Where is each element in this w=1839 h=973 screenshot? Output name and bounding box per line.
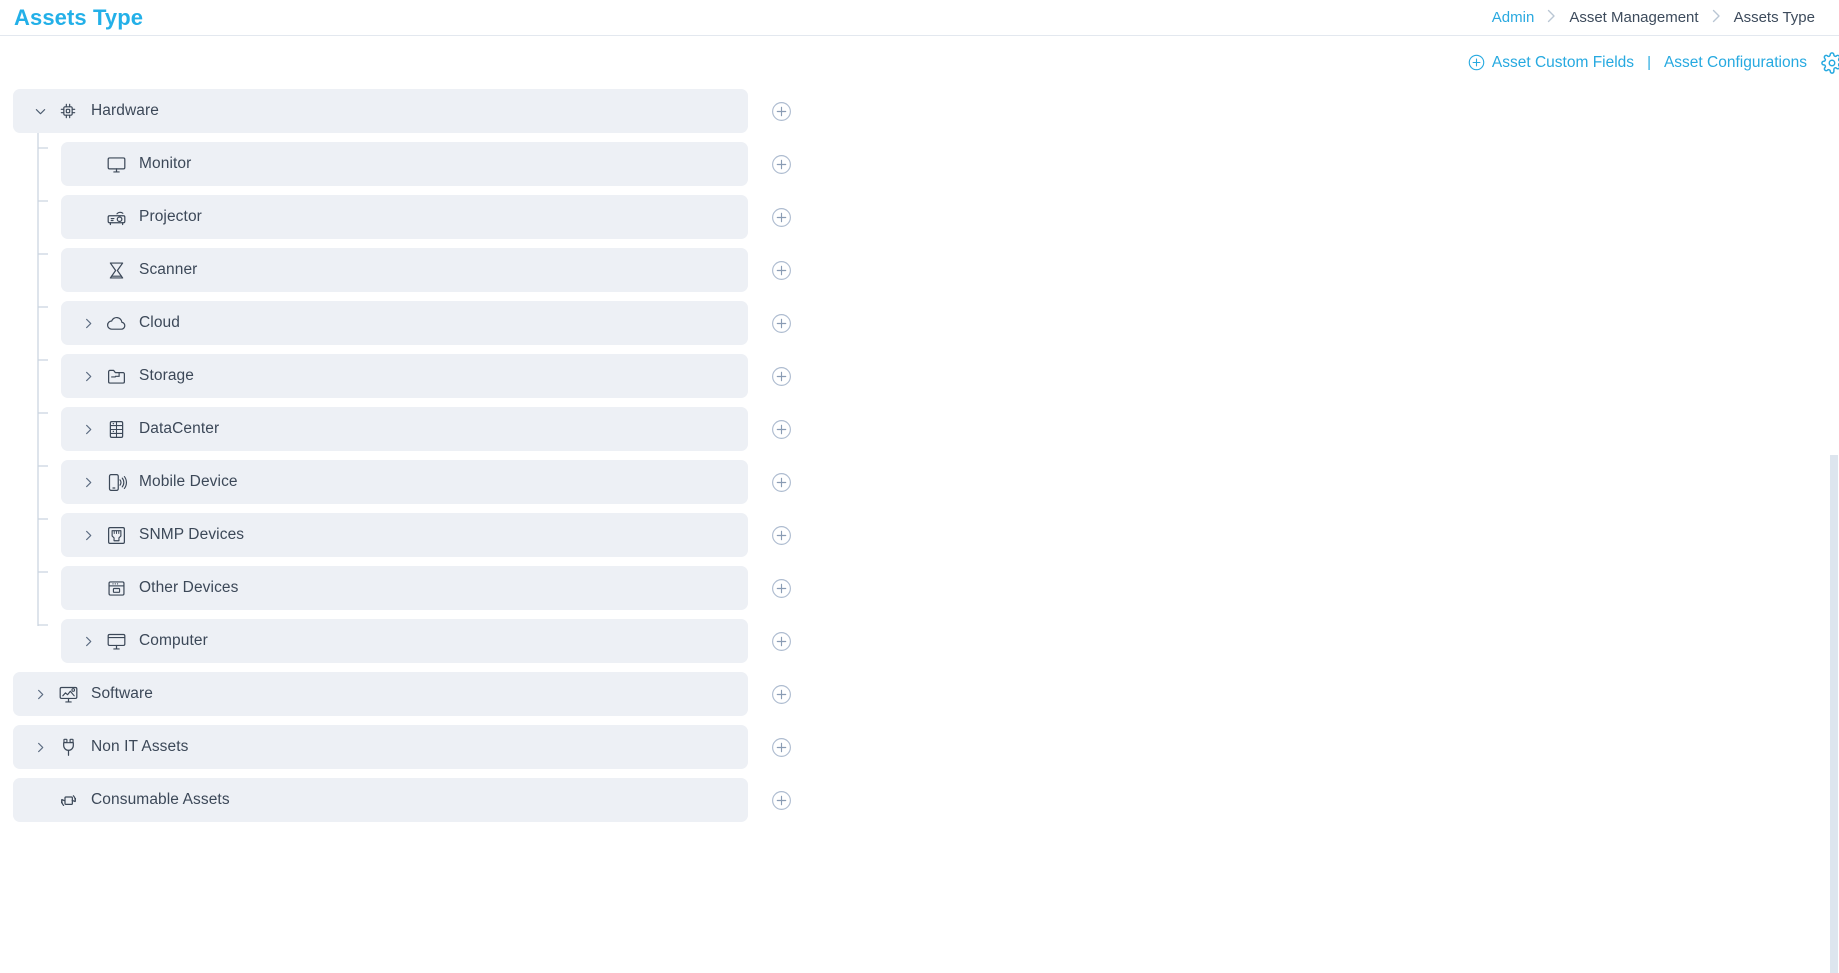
asset-custom-fields-button[interactable]: Asset Custom Fields [1468, 54, 1634, 72]
tree-item-label: Other Devices [139, 579, 239, 596]
recycle-box-icon [53, 790, 83, 811]
tree-item-scanner[interactable]: Scanner [61, 248, 748, 292]
add-child-button[interactable] [770, 683, 792, 705]
tree-item-label: SNMP Devices [139, 526, 245, 543]
breadcrumb-item-assets-type: Assets Type [1733, 9, 1815, 26]
asset-configurations-button[interactable]: Asset Configurations [1664, 54, 1807, 72]
tree-row: Cloud [13, 301, 1839, 345]
add-child-button[interactable] [770, 418, 792, 440]
circle-plus-icon [1468, 54, 1485, 71]
tree-row: Software [13, 672, 1839, 716]
chevron-right-icon [1712, 9, 1721, 26]
add-child-button[interactable] [770, 471, 792, 493]
add-child-button[interactable] [770, 312, 792, 334]
tree-item-label: Computer [139, 632, 208, 649]
tree-item-label: Mobile Device [139, 473, 238, 490]
mobile-icon [101, 472, 131, 493]
tree-item-label: Monitor [139, 155, 192, 172]
tree-item-hardware[interactable]: Hardware [13, 89, 748, 133]
tree-item-datacenter[interactable]: DataCenter [61, 407, 748, 451]
chevron-right-icon[interactable] [75, 316, 101, 331]
scrollbar-thumb[interactable] [1830, 455, 1838, 973]
action-bar: Asset Custom Fields | Asset Configuratio… [0, 36, 1839, 89]
cloud-icon [101, 313, 131, 334]
add-child-button[interactable] [770, 153, 792, 175]
tree-row: Monitor [13, 142, 1839, 186]
chip-icon [53, 101, 83, 121]
tree-item-label: Projector [139, 208, 202, 225]
add-child-button[interactable] [770, 524, 792, 546]
tree-item-snmp-devices[interactable]: SNMP Devices [61, 513, 748, 557]
action-divider: | [1647, 54, 1651, 71]
tree-item-projector[interactable]: Projector [61, 195, 748, 239]
tree-item-label: Consumable Assets [91, 791, 230, 808]
tree-item-other-devices[interactable]: Other Devices [61, 566, 748, 610]
asset-configurations-label: Asset Configurations [1663, 53, 1807, 71]
chevron-right-icon[interactable] [27, 740, 53, 755]
chevron-right-icon [1547, 9, 1556, 26]
tree-row: Projector [13, 195, 1839, 239]
tree-row: Non IT Assets [13, 725, 1839, 769]
tree-item-non-it-assets[interactable]: Non IT Assets [13, 725, 748, 769]
add-child-button[interactable] [770, 259, 792, 281]
tree-item-cloud[interactable]: Cloud [61, 301, 748, 345]
add-child-button[interactable] [770, 365, 792, 387]
tree-item-monitor[interactable]: Monitor [61, 142, 748, 186]
tree-row: Consumable Assets [13, 778, 1839, 822]
tree-item-label: Hardware [91, 102, 159, 119]
chevron-right-icon[interactable] [27, 687, 53, 702]
plug-icon [53, 737, 83, 758]
page-title: Assets Type [14, 4, 144, 30]
tree-item-label: Scanner [139, 261, 198, 278]
chevron-right-icon[interactable] [75, 528, 101, 543]
projector-icon [101, 207, 131, 228]
folder-icon [101, 366, 131, 387]
breadcrumb-item-asset-management[interactable]: Asset Management [1569, 9, 1698, 26]
tree-item-software[interactable]: Software [13, 672, 748, 716]
desktop-icon [101, 631, 131, 652]
datacenter-icon [101, 419, 131, 440]
add-child-button[interactable] [770, 630, 792, 652]
tree-item-label: Storage [139, 367, 194, 384]
device-box-icon [101, 578, 131, 599]
assets-type-tree: Hardware Monitor Projector Scanner Cloud Stor… [0, 89, 1839, 822]
gear-icon[interactable] [1821, 51, 1839, 74]
tree-row: DataCenter [13, 407, 1839, 451]
tree-item-computer[interactable]: Computer [61, 619, 748, 663]
tree-row: Scanner [13, 248, 1839, 292]
tree-item-label: DataCenter [139, 420, 220, 437]
tree-item-storage[interactable]: Storage [61, 354, 748, 398]
tree-row: Hardware [13, 89, 1839, 133]
tree-row: Mobile Device [13, 460, 1839, 504]
add-child-button[interactable] [770, 736, 792, 758]
add-child-button[interactable] [770, 789, 792, 811]
ethernet-port-icon [101, 525, 131, 546]
tree-item-label: Software [91, 685, 153, 702]
add-child-button[interactable] [770, 100, 792, 122]
monitor-icon [101, 154, 131, 175]
add-child-button[interactable] [770, 206, 792, 228]
chevron-down-icon[interactable] [27, 104, 53, 119]
tree-item-consumable-assets[interactable]: Consumable Assets [13, 778, 748, 822]
scanner-icon [101, 260, 131, 281]
chevron-right-icon[interactable] [75, 634, 101, 649]
chevron-right-icon[interactable] [75, 369, 101, 384]
add-child-button[interactable] [770, 577, 792, 599]
asset-custom-fields-label: Asset Custom Fields [1491, 53, 1635, 71]
tree-item-mobile-device[interactable]: Mobile Device [61, 460, 748, 504]
chevron-right-icon[interactable] [75, 422, 101, 437]
breadcrumb: Admin Asset Management Assets Type [1492, 9, 1827, 26]
tree-item-label: Non IT Assets [91, 738, 189, 755]
tree-row: Storage [13, 354, 1839, 398]
chevron-right-icon[interactable] [75, 475, 101, 490]
tree-row: Computer [13, 619, 1839, 663]
tree-row: SNMP Devices [13, 513, 1839, 557]
breadcrumb-item-admin[interactable]: Admin [1492, 9, 1535, 26]
software-icon [53, 684, 83, 705]
tree-item-label: Cloud [139, 314, 180, 331]
tree-row: Other Devices [13, 566, 1839, 610]
page-header: Assets Type Admin Asset Management Asset… [0, 0, 1839, 36]
